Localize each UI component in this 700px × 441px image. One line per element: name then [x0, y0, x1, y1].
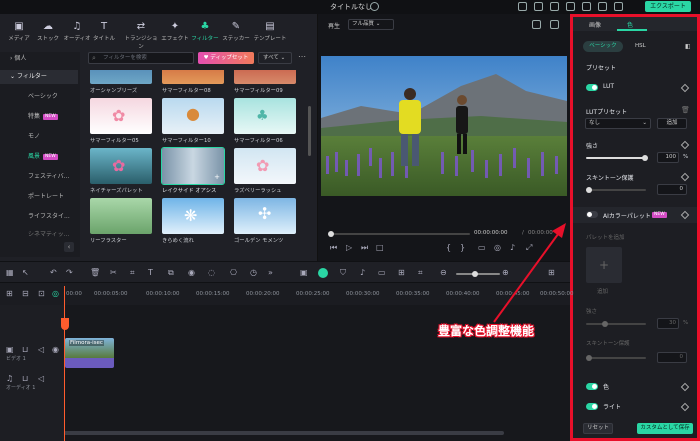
app-window: タイトルなし エクスポート ▣ メディア ☁ ストック ♫ オーディオ T タイトル ⇄…	[0, 0, 700, 441]
annotation-arrow	[493, 223, 566, 323]
annotation-callout: 豊富な色調整機能	[438, 324, 535, 338]
